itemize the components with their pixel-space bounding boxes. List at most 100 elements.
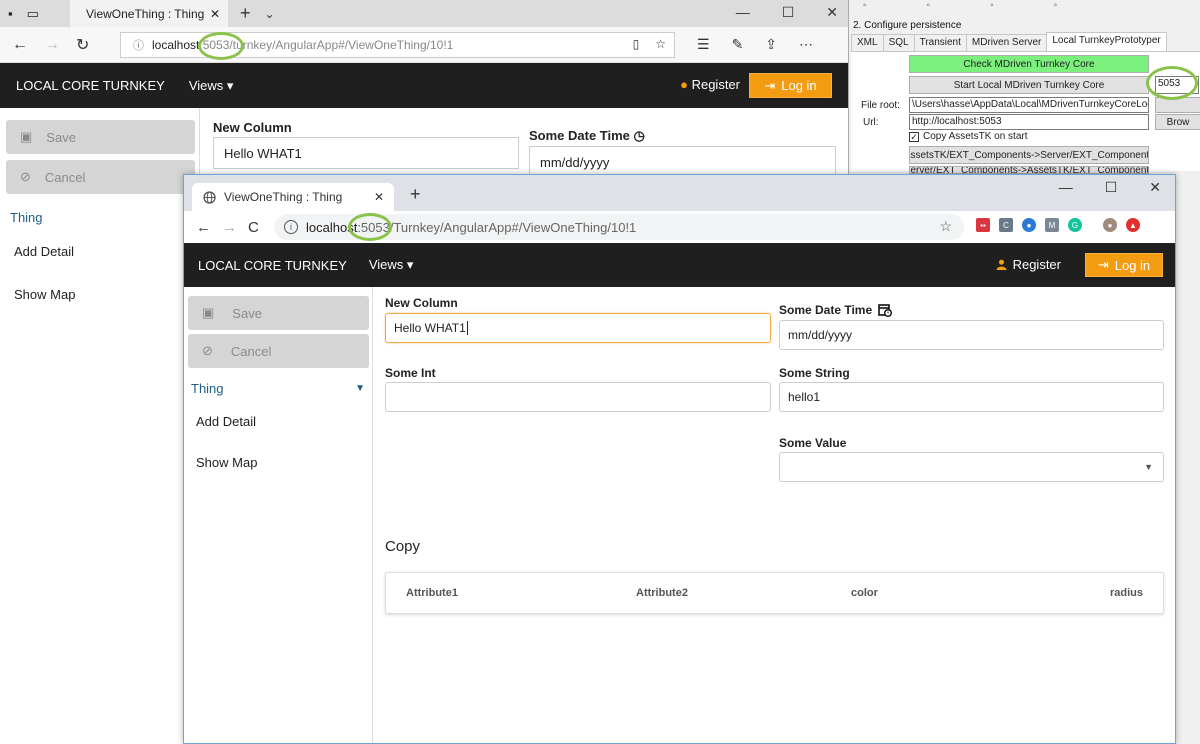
some-value-select[interactable]: ▼: [779, 452, 1164, 482]
cancel-label: Cancel: [230, 343, 272, 359]
forward-arrow-icon[interactable]: →: [222, 219, 248, 236]
chrome-url-path: /Turnkey/AngularApp#/ViewOneThing/10!1: [389, 219, 637, 235]
some-string-input[interactable]: hello1: [779, 382, 1164, 412]
login-icon: ⇥: [764, 77, 776, 93]
radio-icon[interactable]: ◦: [863, 0, 867, 14]
pen-icon[interactable]: ✎: [732, 36, 744, 53]
extension-upload-icon[interactable]: ▲: [1126, 218, 1140, 232]
column-header-radius[interactable]: radius: [1110, 587, 1143, 599]
column-header-attribute1[interactable]: Attribute1: [406, 587, 458, 599]
server-to-assets-button[interactable]: Server/EXT_Components->AssetsTK/EXT_Comp…: [909, 166, 1149, 174]
sidebar-item-show-map[interactable]: Show Map: [196, 455, 257, 470]
date-input[interactable]: mm/dd/yyyy: [779, 320, 1164, 350]
minimize-icon[interactable]: —: [736, 4, 750, 21]
close-window-icon[interactable]: ✕: [826, 4, 838, 21]
set-aside-tabs-icon[interactable]: ▭: [27, 6, 39, 22]
info-icon[interactable]: ⓘ: [133, 37, 144, 53]
chrome-register-link[interactable]: Register: [996, 257, 1061, 272]
login-label: Log in: [781, 78, 817, 93]
reading-view-icon[interactable]: ▯: [633, 37, 640, 51]
back-arrow-icon[interactable]: ←: [196, 219, 222, 236]
checkbox-checked-icon[interactable]: ✓: [909, 131, 919, 142]
edge-new-column-input[interactable]: Hello WHAT1: [213, 137, 519, 169]
file-root-field[interactable]: \Users\hasse\AppData\Local\MDrivenTurnke…: [909, 97, 1149, 113]
save-button[interactable]: ▣ Save: [188, 296, 369, 330]
bookmark-star-icon[interactable]: ☆: [939, 218, 952, 235]
globe-icon: [202, 190, 216, 204]
more-icon[interactable]: ⋯: [799, 36, 813, 53]
edge-show-map-link[interactable]: Show Map: [14, 287, 75, 302]
close-icon[interactable]: ✕: [210, 7, 220, 21]
extension-globe-icon[interactable]: ●: [1022, 218, 1036, 232]
forward-arrow-icon[interactable]: →: [44, 36, 76, 54]
extension-grammarly-icon[interactable]: G: [1068, 218, 1082, 232]
url-field[interactable]: http://localhost:5053: [909, 114, 1149, 130]
sidebar-section-thing[interactable]: Thing ▼: [184, 377, 373, 399]
browse-button[interactable]: Brow: [1155, 114, 1200, 130]
some-int-input[interactable]: [385, 382, 771, 412]
refresh-icon[interactable]: ↻: [76, 35, 108, 55]
reload-icon[interactable]: C: [248, 219, 274, 236]
share-icon[interactable]: ⇪: [765, 36, 777, 53]
chrome-tab-strip: ViewOneThing : Thing ✕ + — ☐ ✕: [184, 175, 1175, 211]
tab-preview-icon[interactable]: ▪: [8, 6, 13, 22]
check-core-button[interactable]: Check MDriven Turnkey Core: [909, 55, 1149, 73]
edge-cancel-button[interactable]: ⊘ Cancel: [6, 160, 195, 194]
tab-transient[interactable]: Transient: [913, 34, 967, 52]
edge-active-tab[interactable]: ViewOneThing : Thing ✕: [70, 0, 228, 27]
chevron-down-icon[interactable]: ⌄: [265, 7, 275, 21]
edge-section-thing[interactable]: Thing: [10, 210, 43, 225]
sidebar-item-add-detail[interactable]: Add Detail: [196, 414, 256, 429]
new-tab-icon[interactable]: +: [410, 184, 421, 205]
assets-to-server-button[interactable]: AssetsTK/EXT_Components->Server/EXT_Comp…: [909, 146, 1149, 164]
edge-brand[interactable]: LOCAL CORE TURNKEY: [16, 78, 165, 93]
profile-avatar-icon[interactable]: ●: [1103, 218, 1117, 232]
edge-save-button[interactable]: ▣ Save: [6, 120, 195, 154]
close-window-icon[interactable]: ✕: [1149, 179, 1161, 196]
port-field[interactable]: 5053: [1155, 76, 1199, 94]
favorites-list-icon[interactable]: ☰: [697, 36, 710, 53]
tab-local-turnkey-prototyper[interactable]: Local TurnkeyPrototyper: [1046, 32, 1167, 52]
maximize-icon[interactable]: ☐: [782, 4, 795, 21]
new-column-input[interactable]: Hello WHAT1: [385, 313, 771, 343]
chrome-tab-title: ViewOneThing : Thing: [224, 190, 343, 204]
user-icon: ●: [680, 77, 688, 92]
column-header-attribute2[interactable]: Attribute2: [636, 587, 688, 599]
chrome-brand[interactable]: LOCAL CORE TURNKEY: [198, 258, 347, 273]
cancel-button[interactable]: ⊘ Cancel: [188, 334, 369, 368]
edge-views-menu[interactable]: Views ▾: [189, 78, 234, 94]
edge-add-detail-link[interactable]: Add Detail: [14, 244, 74, 259]
info-icon[interactable]: i: [284, 220, 298, 234]
minimize-icon[interactable]: —: [1059, 179, 1073, 196]
tab-sql[interactable]: SQL: [882, 34, 915, 52]
new-tab-icon[interactable]: +: [240, 3, 251, 24]
edge-url-bar[interactable]: ⓘ localhost :5053/turnkey/AngularApp#/Vi…: [120, 31, 675, 58]
start-core-button[interactable]: Start Local MDriven Turnkey Core: [909, 76, 1149, 94]
copy-grid-header: Attribute1 Attribute2 color radius: [385, 572, 1164, 614]
extension-red-icon[interactable]: ▪▪: [976, 218, 990, 232]
tab-xml[interactable]: XML: [851, 34, 884, 52]
copy-assets-checkbox[interactable]: ✓ Copy AssetsTK on start: [909, 131, 1028, 142]
calendar-clock-icon: ◷: [633, 128, 645, 143]
chrome-active-tab[interactable]: ViewOneThing : Thing ✕: [192, 183, 394, 211]
column-header-color[interactable]: color: [851, 587, 878, 599]
close-icon[interactable]: ✕: [374, 190, 384, 204]
tab-mdriven-server[interactable]: MDriven Server: [965, 34, 1048, 52]
favorite-star-icon[interactable]: ☆: [655, 37, 666, 51]
chrome-omnibox[interactable]: i localhost :5053 /Turnkey/AngularApp#/V…: [274, 214, 964, 240]
file-root-browse-button[interactable]: [1155, 97, 1200, 113]
cancel-icon: ⊘: [20, 169, 31, 184]
radio-icon[interactable]: ◦: [990, 0, 994, 14]
register-label: Register: [1012, 257, 1061, 272]
caret-down-icon[interactable]: ▼: [355, 383, 365, 394]
extension-m-icon[interactable]: M: [1045, 218, 1059, 232]
chrome-views-menu[interactable]: Views ▾: [369, 257, 414, 273]
maximize-icon[interactable]: ☐: [1105, 179, 1118, 196]
extension-c-icon[interactable]: C: [999, 218, 1013, 232]
edge-login-button[interactable]: ⇥ Log in: [749, 73, 832, 98]
radio-icon[interactable]: ◦: [1054, 0, 1058, 14]
back-arrow-icon[interactable]: ←: [12, 36, 44, 54]
radio-icon[interactable]: ◦: [927, 0, 931, 14]
chrome-login-button[interactable]: ⇥ Log in: [1085, 253, 1163, 277]
edge-register-link[interactable]: ● Register: [680, 77, 740, 92]
